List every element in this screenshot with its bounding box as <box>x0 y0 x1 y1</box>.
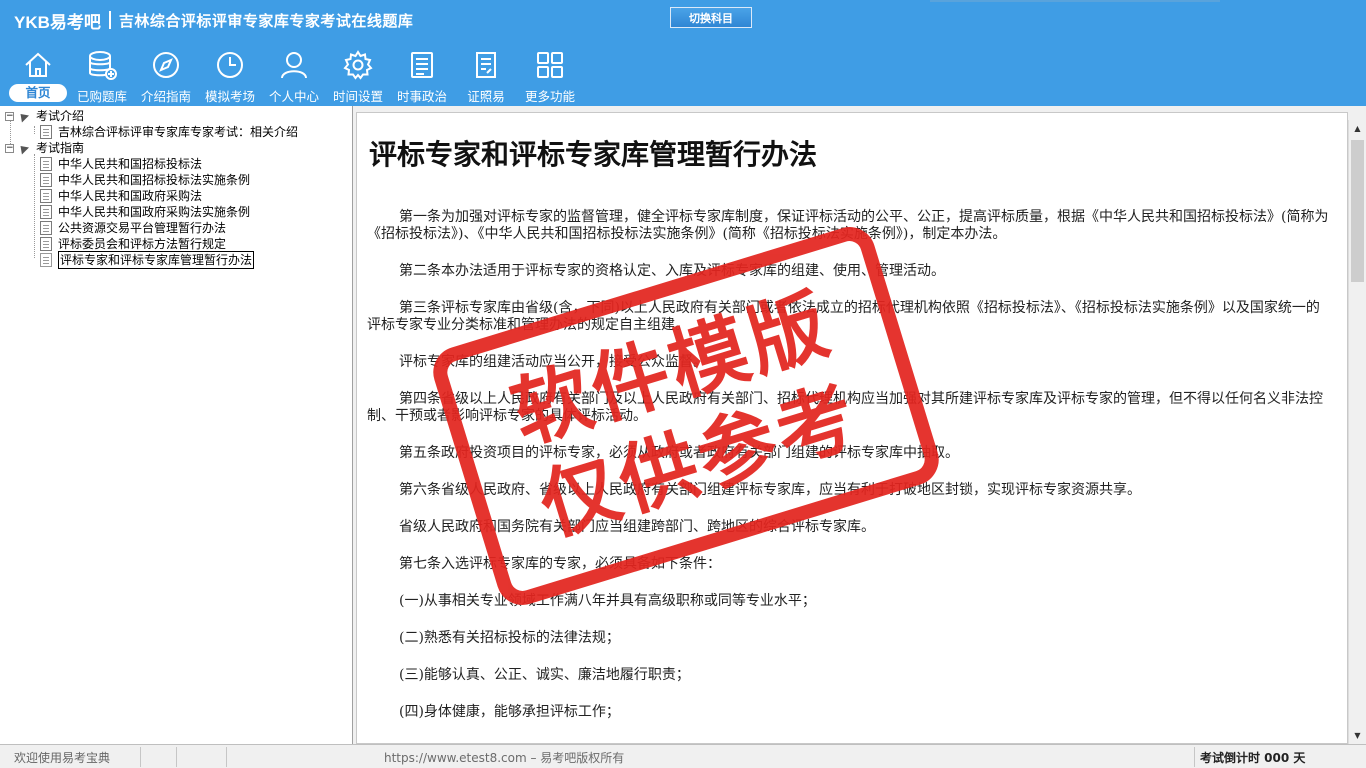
document-icon <box>40 205 52 219</box>
scroll-thumb[interactable] <box>1351 140 1364 282</box>
document-paragraph: (二)熟悉有关招标投标的法律法规； <box>399 630 620 646</box>
status-divider <box>176 747 177 767</box>
nav-home[interactable]: 首页 <box>6 46 70 104</box>
tree-group-label: 考试指南 <box>36 141 85 155</box>
gear-icon <box>343 50 373 80</box>
document-paragraph: (三)能够认真、公正、诚实、廉洁地履行职责； <box>399 667 690 683</box>
tree-connector <box>34 154 35 258</box>
status-divider <box>140 747 141 767</box>
status-divider <box>226 747 227 767</box>
exam-countdown: 考试倒计时 000 天 <box>1200 751 1306 765</box>
status-copyright: https://www.etest8.com – 易考吧版权所有 <box>384 751 625 765</box>
switch-subject-button[interactable]: 切换科目 <box>670 7 752 28</box>
tree-item-label: 中华人民共和国招标投标法 <box>58 157 203 171</box>
document-icon <box>40 189 52 203</box>
status-welcome: 欢迎使用易考宝典 <box>14 751 111 765</box>
app-logo: YKB易考吧 <box>14 12 101 32</box>
document-title: 评标专家和评标专家库管理暂行办法 <box>369 138 818 171</box>
top-bar: YKB易考吧 吉林综合评标评审专家库专家考试在线题库 切换科目 首页 已购题库 … <box>0 0 1366 106</box>
nav-certificates-label: 证照易 <box>467 89 505 104</box>
status-divider <box>1194 747 1195 767</box>
status-bar: 欢迎使用易考宝典 https://www.etest8.com – 易考吧版权所… <box>0 744 1366 768</box>
nav-guide-label: 介绍指南 <box>140 89 191 104</box>
newspaper-icon <box>411 52 433 78</box>
checklist-icon <box>476 52 496 78</box>
tree-connector <box>34 126 35 134</box>
document-icon <box>40 173 52 187</box>
nav-mock-exam[interactable]: 模拟考场 <box>198 46 262 104</box>
top-bar-shadow <box>930 0 1220 2</box>
user-icon <box>281 52 307 79</box>
grid-icon <box>537 52 563 78</box>
tree-item[interactable]: 中华人民共和国招标投标法 <box>40 156 202 172</box>
nav-current-affairs-label: 时事政治 <box>396 89 447 104</box>
app-title: 吉林综合评标评审专家库专家考试在线题库 <box>118 11 414 30</box>
scroll-up-icon[interactable]: ▲ <box>1349 120 1366 137</box>
tree-item[interactable]: 公共资源交易平台管理暂行办法 <box>40 220 226 236</box>
home-icon <box>25 52 51 77</box>
collapse-icon[interactable]: − <box>5 111 14 121</box>
document-icon <box>40 237 52 251</box>
document-icon <box>40 157 52 171</box>
nav-more[interactable]: 更多功能 <box>518 46 582 104</box>
document-paragraph: (四)身体健康，能够承担评标工作； <box>399 704 620 720</box>
tree-item[interactable]: 评标委员会和评标方法暂行规定 <box>40 236 226 252</box>
directory-tree: − 考试介绍 吉林综合评标评审专家库专家考试：相关介绍 − 考试指南 中华人民共… <box>0 106 353 744</box>
tree-group-guide[interactable]: − 考试指南 <box>5 140 84 156</box>
nav-personal-center[interactable]: 个人中心 <box>262 46 326 104</box>
tree-item[interactable]: 中华人民共和国政府采购法 <box>40 188 202 204</box>
main-nav: 首页 已购题库 介绍指南 模拟考场 个人中心 时间设置 时事政治 证照易 更多功… <box>6 46 582 104</box>
tree-item-label: 评标专家和评标专家库管理暂行办法 <box>58 251 255 269</box>
tree-item[interactable]: 中华人民共和国政府采购法实施条例 <box>40 204 250 220</box>
document-open-icon <box>40 253 52 267</box>
clock-icon <box>217 52 243 78</box>
nav-purchased-label: 已购题库 <box>76 89 127 104</box>
collapse-icon[interactable]: − <box>5 143 14 153</box>
title-row: YKB易考吧 吉林综合评标评审专家库专家考试在线题库 <box>14 8 413 32</box>
nav-certificates[interactable]: 证照易 <box>454 46 518 104</box>
tree-item-label: 中华人民共和国政府采购法实施条例 <box>58 205 251 219</box>
document-icon <box>40 125 52 139</box>
document-icon <box>40 221 52 235</box>
tree-item[interactable]: 中华人民共和国招标投标法实施条例 <box>40 172 250 188</box>
tree-item-selected[interactable]: 评标专家和评标专家库管理暂行办法 <box>40 251 255 269</box>
nav-home-label: 首页 <box>9 84 67 102</box>
nav-current-affairs[interactable]: 时事政治 <box>390 46 454 104</box>
nav-guide[interactable]: 介绍指南 <box>134 46 198 104</box>
database-icon <box>89 51 117 80</box>
nav-mock-exam-label: 模拟考场 <box>204 89 255 104</box>
tree-group-intro[interactable]: − 考试介绍 <box>5 108 84 124</box>
folder-icon <box>16 141 30 155</box>
tree-item-label: 中华人民共和国政府采购法 <box>58 189 203 203</box>
nav-time-settings[interactable]: 时间设置 <box>326 46 390 104</box>
tree-item-label: 评标委员会和评标方法暂行规定 <box>58 237 227 251</box>
nav-personal-center-label: 个人中心 <box>268 89 319 104</box>
tree-item[interactable]: 吉林综合评标评审专家库专家考试：相关介绍 <box>40 124 298 140</box>
title-separator <box>108 11 111 29</box>
tree-item-label: 中华人民共和国招标投标法实施条例 <box>58 173 251 187</box>
nav-purchased[interactable]: 已购题库 <box>70 46 134 104</box>
folder-icon <box>16 109 30 123</box>
vertical-scrollbar[interactable]: ▲ ▼ <box>1348 120 1365 744</box>
tree-group-label: 考试介绍 <box>36 109 85 123</box>
compass-icon <box>153 52 179 78</box>
scroll-down-icon[interactable]: ▼ <box>1349 727 1366 744</box>
nav-more-label: 更多功能 <box>524 89 575 104</box>
nav-time-settings-label: 时间设置 <box>332 89 383 104</box>
tree-item-label: 吉林综合评标评审专家库专家考试：相关介绍 <box>58 125 299 139</box>
tree-item-label: 公共资源交易平台管理暂行办法 <box>58 221 227 235</box>
